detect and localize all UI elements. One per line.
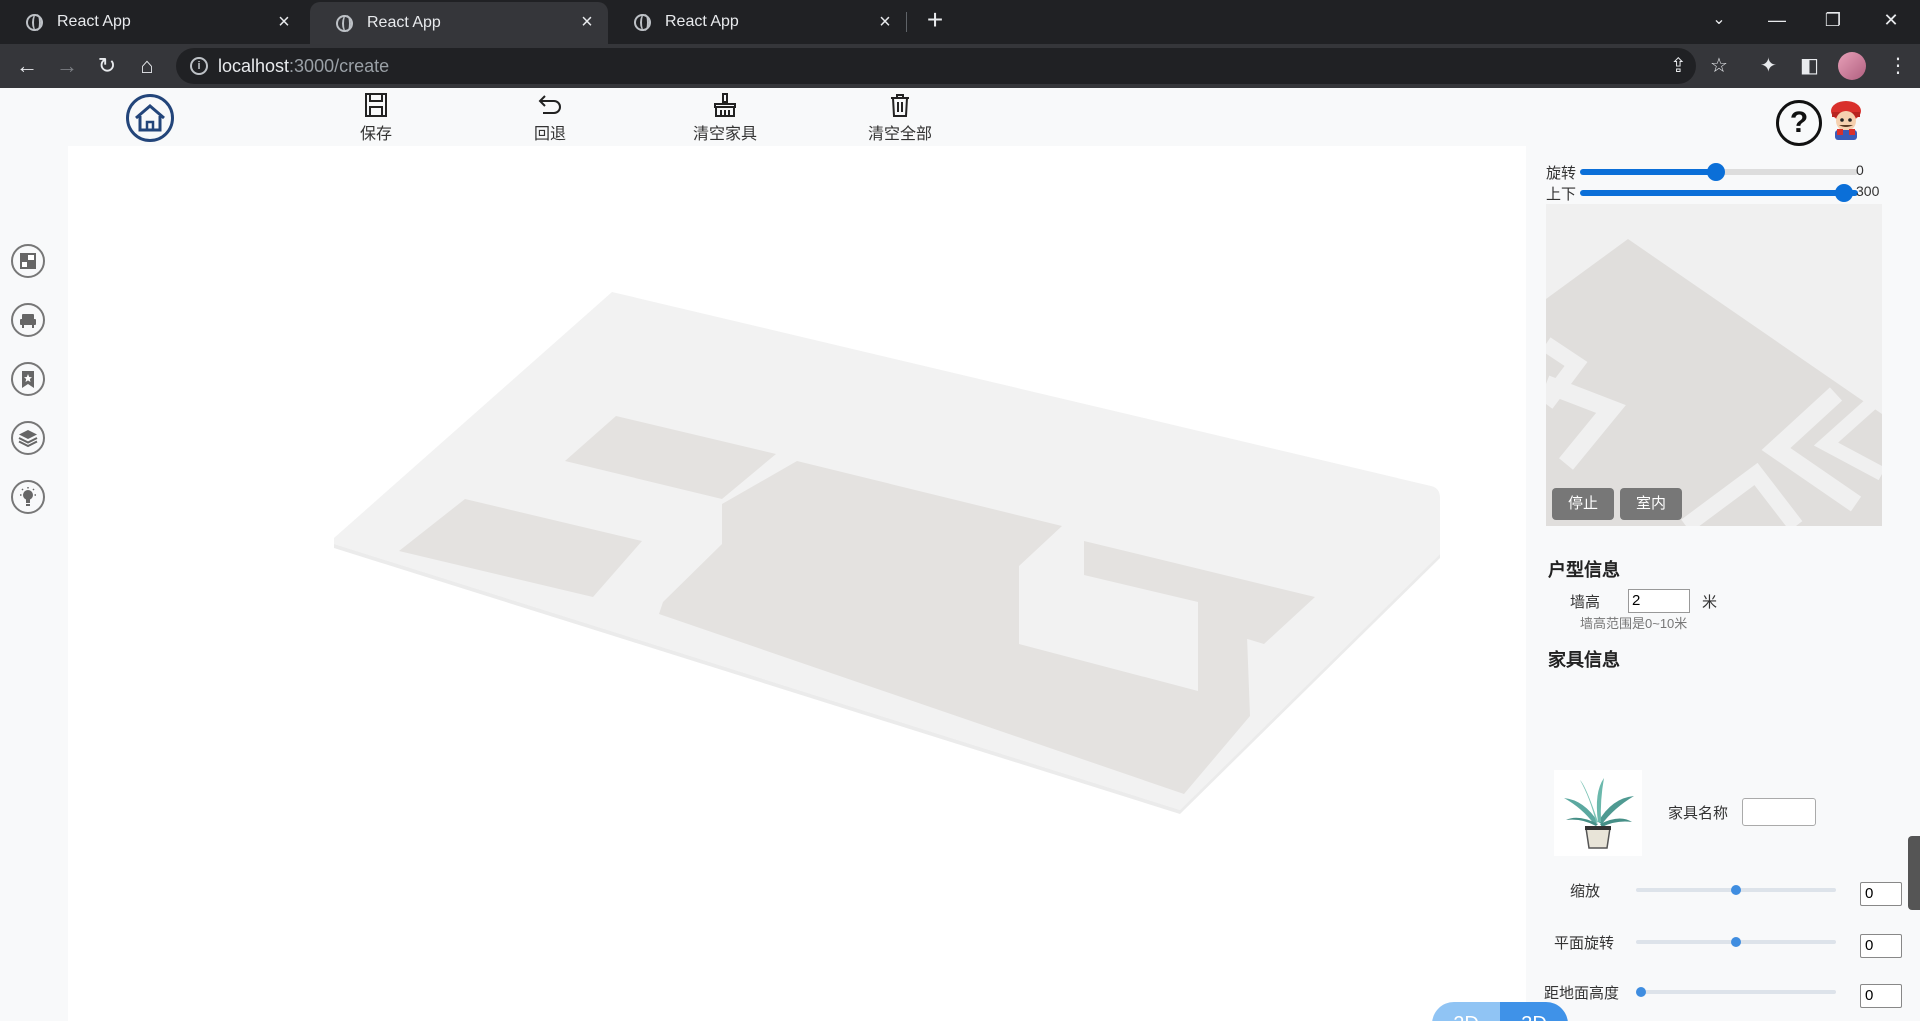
furniture-thumbnail <box>1554 770 1642 856</box>
help-button[interactable]: ? <box>1776 100 1822 146</box>
floor-height-slider-thumb[interactable] <box>1636 987 1646 997</box>
url-text: localhost:3000/create <box>218 56 389 77</box>
undo-button[interactable]: 回退 <box>500 92 600 144</box>
minimize-button[interactable]: — <box>1748 0 1806 44</box>
wall-height-label: 墙高 <box>1570 594 1601 611</box>
window-close-button[interactable]: ✕ <box>1862 0 1920 44</box>
wall-height-input[interactable]: 2 <box>1628 589 1690 613</box>
side-drawer-handle[interactable] <box>1908 836 1920 910</box>
home-button[interactable]: ⌂ <box>132 51 162 81</box>
url-host: localhost <box>218 56 290 76</box>
tab-search-button[interactable]: ⌄ <box>1690 0 1748 44</box>
browser-tab[interactable]: React App × <box>0 2 305 42</box>
floor-height-input[interactable]: 0 <box>1860 984 1902 1008</box>
floor-height-slider-track[interactable] <box>1636 990 1836 994</box>
undo-label: 回退 <box>533 126 566 143</box>
browser-tab-active[interactable]: React App × <box>310 2 608 44</box>
side-panel-icon[interactable]: ◧ <box>1800 54 1819 78</box>
indoor-button[interactable]: 室内 <box>1620 488 1682 520</box>
save-button[interactable]: 保存 <box>326 92 426 144</box>
app-header: 保存 回退 清空家具 清空全部 ? <box>0 88 1920 146</box>
updown-slider-track[interactable] <box>1580 190 1858 196</box>
share-icon[interactable]: ⇪ <box>1670 54 1687 78</box>
floorplan-icon[interactable] <box>11 244 45 278</box>
app: 保存 回退 清空家具 清空全部 ? 旋转 0 上下 300 停止 室内 户型信息… <box>0 88 1920 1021</box>
site-info-icon[interactable]: i <box>190 57 208 75</box>
new-tab-button[interactable]: + <box>920 6 950 36</box>
floor-height-label: 距地面高度 <box>1544 985 1620 1002</box>
stop-button[interactable]: 停止 <box>1552 488 1614 520</box>
bookmark-star-icon[interactable] <box>11 362 45 396</box>
lightbulb-icon[interactable] <box>11 480 45 514</box>
extensions-icon[interactable]: ✦ <box>1760 54 1777 78</box>
furniture-info-title: 家具信息 <box>1548 650 1620 670</box>
address-bar[interactable]: i localhost:3000/create ⇪ ☆ <box>176 48 1728 84</box>
clear-all-label: 清空全部 <box>867 126 932 143</box>
globe-icon <box>634 13 651 31</box>
scale-input[interactable]: 0 <box>1860 882 1902 906</box>
home-logo-icon[interactable] <box>126 94 174 142</box>
forward-button[interactable]: → <box>52 51 82 81</box>
bookmark-star-icon[interactable]: ☆ <box>1710 54 1728 78</box>
url-path: :3000/create <box>289 56 390 76</box>
clear-furniture-button[interactable]: 清空家具 <box>675 92 775 144</box>
tab-title: React App <box>665 13 739 30</box>
wall-height-unit: 米 <box>1702 594 1718 611</box>
preview-render <box>1546 204 1882 526</box>
user-avatar[interactable] <box>1826 98 1866 140</box>
layers-icon[interactable] <box>11 421 45 455</box>
close-icon[interactable]: × <box>273 11 295 33</box>
clear-all-button[interactable]: 清空全部 <box>850 92 950 144</box>
clear-furniture-label: 清空家具 <box>692 126 757 143</box>
rotate-slider-fill <box>1580 169 1719 175</box>
tab-title: React App <box>57 13 131 30</box>
3d-canvas[interactable]: 2D 3D <box>68 146 1568 1021</box>
camera-preview[interactable]: 停止 室内 <box>1546 204 1882 526</box>
furniture-name-input[interactable] <box>1742 798 1816 826</box>
restore-button[interactable]: ❐ <box>1804 0 1862 44</box>
browser-tabstrip: React App × React App × React App × + ⌄ … <box>0 0 1920 44</box>
back-button[interactable]: ← <box>12 51 42 81</box>
close-icon[interactable]: × <box>576 11 598 33</box>
wall-height-hint: 墙高范围是0~10米 <box>1580 616 1688 631</box>
sofa-icon[interactable] <box>11 303 45 337</box>
tab-divider <box>906 12 907 32</box>
browser-toolbar: ← → ↻ ⌂ i localhost:3000/create ⇪ ☆ ✦ ◧ … <box>0 44 1920 88</box>
floorplan-3d-view <box>334 292 1440 814</box>
furniture-name-label: 家具名称 <box>1668 805 1729 822</box>
scale-label: 缩放 <box>1570 883 1601 900</box>
globe-icon <box>336 14 353 32</box>
browser-tab[interactable]: React App × <box>608 2 906 42</box>
potted-plant-icon <box>1564 778 1634 849</box>
house-icon <box>135 104 165 132</box>
globe-icon <box>26 13 43 31</box>
tab-title: React App <box>367 14 441 31</box>
view-2d-button[interactable]: 2D <box>1432 1002 1500 1021</box>
rotate-slider-thumb[interactable] <box>1707 163 1725 181</box>
planar-rotate-label: 平面旋转 <box>1554 935 1615 952</box>
broom-icon <box>675 92 775 120</box>
floorplan-info-title: 户型信息 <box>1548 560 1620 580</box>
undo-arrow-icon <box>500 92 600 120</box>
planar-rotate-slider-thumb[interactable] <box>1731 937 1741 947</box>
close-icon[interactable]: × <box>874 11 896 33</box>
left-toolbar <box>0 146 68 1021</box>
updown-value: 300 <box>1856 183 1880 199</box>
updown-label: 上下 <box>1546 186 1577 203</box>
save-label: 保存 <box>359 126 392 143</box>
rotate-value: 0 <box>1856 162 1864 178</box>
scale-slider-thumb[interactable] <box>1731 885 1741 895</box>
right-panel: 旋转 0 上下 300 停止 室内 户型信息 墙高 2 米 墙高范围是0~10米… <box>1526 146 1920 1021</box>
planar-rotate-input[interactable]: 0 <box>1860 934 1902 958</box>
reload-button[interactable]: ↻ <box>92 51 122 81</box>
trash-icon <box>850 92 950 120</box>
rotate-label: 旋转 <box>1546 165 1577 182</box>
profile-avatar[interactable] <box>1838 52 1866 80</box>
floppy-disk-icon <box>326 92 426 120</box>
updown-slider-thumb[interactable] <box>1835 184 1853 202</box>
browser-menu-icon[interactable]: ⋮ <box>1888 54 1908 78</box>
